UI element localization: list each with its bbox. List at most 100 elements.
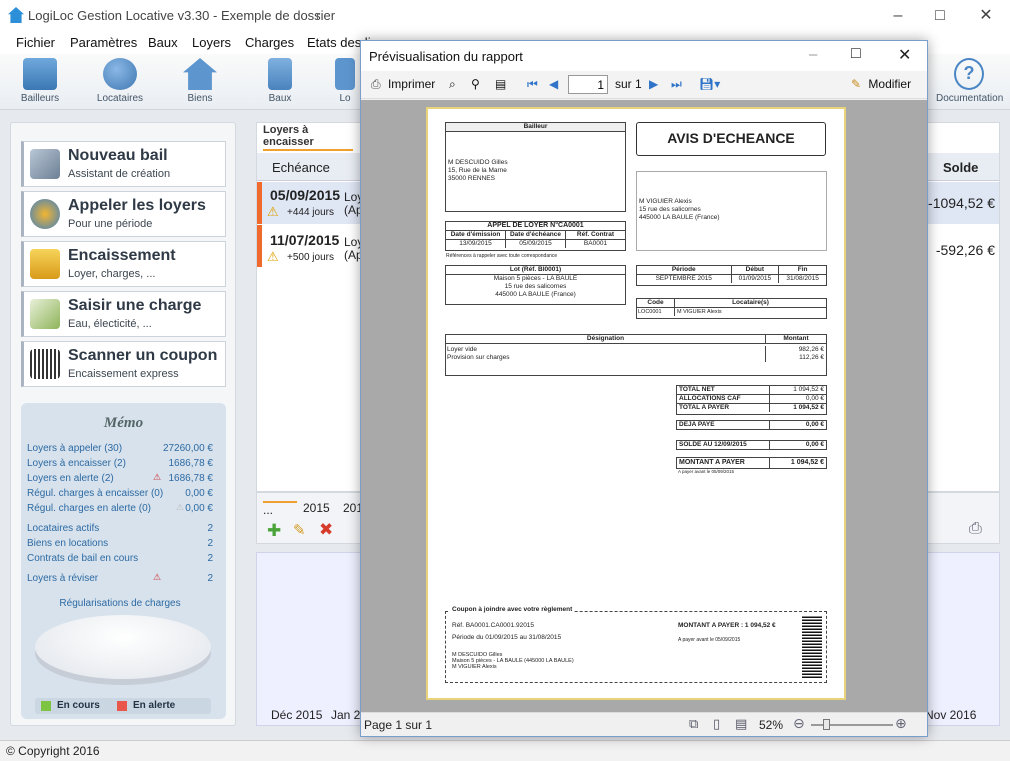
- menu-loyers[interactable]: Loyers: [192, 35, 231, 50]
- appel-col: Réf. Contrat: [576, 231, 615, 238]
- memo-title: Mémo: [103, 415, 144, 431]
- line-label: Loyer vide: [446, 346, 766, 354]
- scanner-coupon-button[interactable]: Scanner un coupon Encaissement express: [21, 341, 226, 387]
- action-subtitle: Encaissement express: [68, 368, 179, 380]
- preview-area[interactable]: Bailleur M DESCUIDO Gilles 15, Rue de la…: [361, 100, 927, 712]
- toolbar-baux-button[interactable]: Baux: [250, 58, 310, 104]
- view-width-icon[interactable]: ▤: [735, 716, 747, 732]
- memo-row[interactable]: Locataires actifs 2: [27, 523, 213, 534]
- menu-baux[interactable]: Baux: [148, 35, 178, 50]
- document-icon: [268, 58, 292, 90]
- maximize-icon[interactable]: □: [851, 45, 861, 63]
- total-label: TOTAL NET: [677, 386, 770, 394]
- solde-label: SOLDE AU 12/09/2015: [677, 441, 770, 449]
- toolbar-bailleurs-button[interactable]: Bailleurs: [10, 58, 70, 104]
- lot-box: Lot (Réf. BI0001) Maison 5 pièces - LA B…: [445, 265, 626, 305]
- prev-page-icon[interactable]: ◀: [549, 77, 558, 93]
- first-page-icon[interactable]: ⏮: [527, 77, 538, 93]
- print-label: Imprimer: [387, 77, 436, 91]
- view-single-icon[interactable]: ⧉: [689, 716, 698, 732]
- find-icon[interactable]: ⌕: [449, 77, 456, 93]
- page-setup-icon[interactable]: ▤: [495, 77, 506, 93]
- buildings-icon: [23, 58, 57, 90]
- memo-row[interactable]: Régul. charges à encaisser (0) 0,00 €: [27, 488, 213, 499]
- warning-icon: ⚠: [152, 472, 162, 482]
- memo-row[interactable]: Loyers à appeler (30) 27260,00 €: [27, 443, 213, 454]
- view-page-icon[interactable]: ▯: [713, 716, 720, 732]
- lot-header: Lot (Réf. BI0001): [446, 266, 625, 275]
- appeler-loyers-button[interactable]: Appeler les loyers Pour une période: [21, 191, 226, 237]
- add-icon[interactable]: ✚: [267, 521, 281, 541]
- page-count: sur 1: [615, 77, 642, 91]
- memo-label: Loyers à encaisser (2): [27, 458, 126, 469]
- memo-row[interactable]: Loyers à réviser ⚠ 2: [27, 573, 213, 585]
- last-page-icon[interactable]: ⏭: [671, 77, 682, 93]
- toolbar-locataires-button[interactable]: Locataires: [90, 58, 150, 104]
- payment-footnote: A payer avant le 05/09/2015: [678, 469, 735, 474]
- zoom-out-icon[interactable]: ⊖: [793, 715, 805, 732]
- solde-value: 0,00 €: [805, 441, 824, 448]
- action-subtitle: Eau, électicité, ...: [68, 318, 152, 330]
- appel-cols: Date d'émission Date d'échéance Réf. Con…: [446, 231, 625, 240]
- periode-vals: SEPTEMBRE 2015 01/09/2015 31/08/2015: [637, 275, 826, 283]
- toolbar-documentation-button[interactable]: ? Documentation: [936, 58, 1003, 104]
- dialog-title: Prévisualisation du rapport: [369, 49, 523, 64]
- modify-button[interactable]: ✎ Modifier: [851, 77, 911, 93]
- memo-value: 1686,78 €: [168, 458, 214, 469]
- print-button[interactable]: ⎙ Imprimer: [371, 77, 435, 93]
- zoom-slider-thumb[interactable]: [823, 719, 830, 730]
- periode-box: Période Début Fin SEPTEMBRE 2015 01/09/2…: [636, 265, 827, 286]
- zoom-slider[interactable]: [811, 719, 893, 730]
- print-icon[interactable]: ⎙: [969, 520, 982, 538]
- saisir-charge-button[interactable]: Saisir une charge Eau, électicité, ...: [21, 291, 226, 337]
- close-icon[interactable]: ✕: [976, 6, 996, 26]
- memo-row[interactable]: Loyers à encaisser (2) 1686,78 €: [27, 458, 213, 469]
- memo-label: Régul. charges en alerte (0): [27, 503, 151, 514]
- appel-val: 13/09/2015: [446, 240, 506, 248]
- periode-col: Période: [637, 266, 732, 274]
- edit-icon: ✎: [851, 77, 862, 91]
- deja-label: DEJA PAYE: [677, 421, 770, 429]
- montant-value: 1 094,52 €: [790, 459, 824, 466]
- delete-icon[interactable]: ✖: [319, 520, 333, 540]
- year-tab[interactable]: ...: [263, 501, 297, 517]
- coupon-period: Période du 01/09/2015 au 31/08/2015: [452, 634, 562, 641]
- next-page-icon[interactable]: ▶: [649, 77, 658, 93]
- memo-row[interactable]: Contrats de bail en cours 2: [27, 553, 213, 564]
- solde-box: SOLDE AU 12/09/2015 0,00 €: [676, 440, 827, 450]
- memo-label: Régul. charges à encaisser (0): [27, 488, 164, 499]
- menu-fichier[interactable]: Fichier: [16, 35, 55, 50]
- periode-col: Fin: [797, 266, 808, 273]
- toolbar-biens-button[interactable]: Biens: [170, 58, 230, 104]
- year-tab[interactable]: 2015: [303, 501, 330, 515]
- chart-axis-label: Nov 2016: [925, 708, 977, 722]
- maximize-icon[interactable]: □: [930, 6, 950, 26]
- close-icon[interactable]: ✕: [898, 45, 911, 65]
- zoom-tool-icon[interactable]: ⚲: [471, 77, 480, 93]
- memo-row[interactable]: Régul. charges en alerte (0) ⚠ 0,00 €: [27, 503, 213, 515]
- toolbar-partial-button[interactable]: Lo: [330, 58, 360, 104]
- zoom-in-icon[interactable]: ⊕: [895, 715, 907, 732]
- lot-line: 445000 LA BAULE (France): [495, 291, 576, 298]
- toolbar-label: Bailleurs: [20, 93, 60, 104]
- encaissement-button[interactable]: Encaissement Loyer, charges, ...: [21, 241, 226, 287]
- memo-value: 2: [207, 523, 213, 534]
- column-echeance[interactable]: Echéance: [272, 160, 330, 175]
- regularisation-link[interactable]: Régularisations de charges: [27, 598, 213, 609]
- memo-row[interactable]: Loyers en alerte (2) ⚠ 1686,78 €: [27, 472, 213, 485]
- minimize-icon[interactable]: –: [888, 6, 908, 26]
- tab-loyers-a-encaisser[interactable]: Loyers à encaisser: [263, 123, 353, 151]
- locataire-box: M VIGUIER Alexis 15 rue des salicornes 4…: [636, 171, 827, 251]
- menu-charges[interactable]: Charges: [245, 35, 294, 50]
- edit-icon[interactable]: ✎: [293, 521, 306, 539]
- memo-label: Loyers à appeler (30): [27, 443, 123, 454]
- memo-row[interactable]: Biens en locations 2: [27, 538, 213, 549]
- column-solde[interactable]: Solde: [943, 160, 978, 175]
- export-icon[interactable]: 💾︎▾: [699, 77, 720, 93]
- nouveau-bail-button[interactable]: Nouveau bail Assistant de création: [21, 141, 226, 187]
- help-icon: ?: [954, 58, 984, 90]
- appel-header: APPEL DE LOYER N°CA0001: [446, 222, 625, 231]
- page-number-input[interactable]: [568, 75, 608, 94]
- menu-parametres[interactable]: Paramètres: [70, 35, 137, 50]
- minimize-icon[interactable]: –: [809, 46, 817, 63]
